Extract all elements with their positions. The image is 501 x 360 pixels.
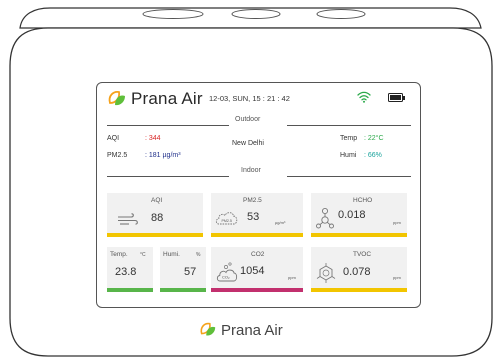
brand-logo: Prana Air xyxy=(107,89,203,109)
indoor-divider-left xyxy=(107,176,229,177)
wind-icon xyxy=(118,213,138,225)
datetime-display: 12-03, SUN, 15 : 21 : 42 xyxy=(209,94,290,103)
pm25-icon-text: PM2.5 xyxy=(222,219,232,223)
indoor-hcho-label: HCHO xyxy=(353,197,373,204)
indoor-temp-unit: °C xyxy=(140,252,146,258)
indoor-co2-status-bar xyxy=(211,288,303,292)
wifi-icon[interactable] xyxy=(357,91,371,103)
indoor-tvoc-status-bar xyxy=(311,288,407,292)
indoor-co2-value: 1054 xyxy=(240,265,265,277)
indoor-tvoc-label: TVOC xyxy=(353,251,372,258)
indoor-aqi-label: AQI xyxy=(151,197,163,204)
indoor-humi-card[interactable]: Humi. % 57 xyxy=(160,247,206,292)
outdoor-temp-value: : 22°C xyxy=(364,135,384,142)
indoor-aqi-status-bar xyxy=(107,233,203,237)
outdoor-humi-value: : 66% xyxy=(364,152,382,159)
indoor-pm25-status-bar xyxy=(211,233,303,237)
indoor-aqi-card[interactable]: AQI 88 xyxy=(107,193,203,237)
outdoor-aqi-value: : 344 xyxy=(145,135,161,142)
indoor-pm25-value: 53 xyxy=(247,211,260,223)
outdoor-divider-right xyxy=(287,125,411,126)
outdoor-pm25-label: PM2.5 xyxy=(107,152,128,159)
top-button-middle[interactable] xyxy=(231,9,281,19)
indoor-pm25-unit: µg/m³ xyxy=(275,220,286,225)
indoor-pm25-label: PM2.5 xyxy=(243,197,262,204)
display-screen: Prana Air 12-03, SUN, 15 : 21 : 42 Outdo… xyxy=(96,82,421,308)
footer-brand-name: Prana Air xyxy=(221,321,283,339)
outdoor-aqi-label: AQI xyxy=(107,135,120,142)
indoor-aqi-value: 88 xyxy=(151,212,164,224)
co2-cloud-icon: CO₂ xyxy=(216,262,238,282)
indoor-temp-status-bar xyxy=(107,288,153,292)
outdoor-location: New Delhi xyxy=(232,140,264,147)
indoor-temp-label: Temp. xyxy=(110,251,128,258)
indoor-hcho-value: 0.018 xyxy=(338,209,366,221)
indoor-co2-card[interactable]: CO2 CO₂ 1054 ppm xyxy=(211,247,303,292)
indoor-temp-card[interactable]: Temp. °C 23.8 xyxy=(107,247,153,292)
indoor-temp-value: 23.8 xyxy=(115,266,137,278)
indoor-humi-status-bar xyxy=(160,288,206,292)
top-button-right[interactable] xyxy=(316,9,366,19)
prana-leaf-icon xyxy=(200,322,216,336)
molecule-icon xyxy=(316,207,334,229)
brand-name: Prana Air xyxy=(131,89,203,108)
outdoor-humi-label: Humi xyxy=(340,152,357,159)
indoor-tvoc-value: 0.078 xyxy=(343,266,371,278)
outdoor-pm25-value: : 181 µg/m³ xyxy=(145,152,181,159)
indoor-co2-label: CO2 xyxy=(251,251,265,258)
indoor-hcho-status-bar xyxy=(311,233,407,237)
top-button-left[interactable] xyxy=(142,9,204,19)
co2-icon-text: CO₂ xyxy=(222,275,230,280)
footer-brand-logo: Prana Air xyxy=(199,321,283,339)
indoor-divider-right xyxy=(287,176,411,177)
indoor-humi-unit: % xyxy=(196,252,201,258)
indoor-tvoc-unit: ppm xyxy=(393,275,401,280)
outdoor-divider-left xyxy=(107,125,229,126)
indoor-co2-unit: ppm xyxy=(288,275,296,280)
indoor-pm25-card[interactable]: PM2.5 PM2.5 53 µg/m³ xyxy=(211,193,303,237)
outdoor-temp-label: Temp xyxy=(340,135,358,142)
indoor-tvoc-card[interactable]: TVOC 0.078 ppm xyxy=(311,247,407,292)
indoor-title: Indoor xyxy=(241,167,261,174)
indoor-hcho-card[interactable]: HCHO 0.018 ppm xyxy=(311,193,407,237)
benzene-icon xyxy=(316,263,336,283)
pm25-cloud-icon: PM2.5 xyxy=(215,212,238,225)
battery-icon xyxy=(388,93,405,102)
indoor-humi-label: Humi. xyxy=(163,251,180,258)
indoor-hcho-unit: ppm xyxy=(393,220,401,225)
outdoor-title: Outdoor xyxy=(235,116,261,123)
indoor-humi-value: 57 xyxy=(184,266,197,278)
prana-leaf-icon xyxy=(108,90,125,106)
